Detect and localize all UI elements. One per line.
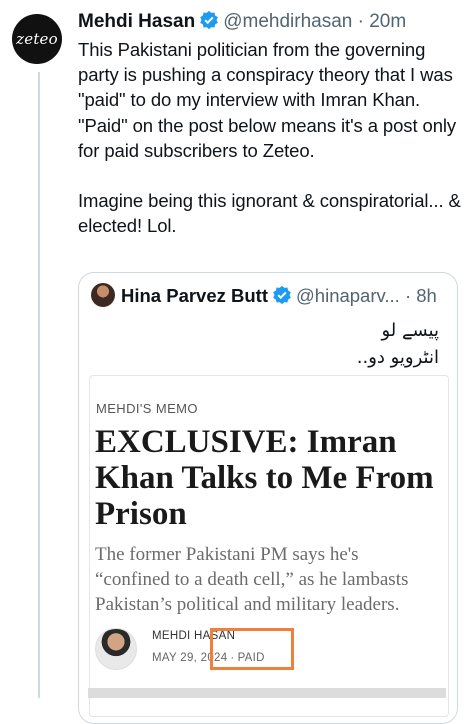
urdu-line: پیسے لو — [381, 320, 439, 341]
avatar-logo-text: zeteo — [16, 30, 58, 48]
verified-badge-icon — [273, 285, 291, 305]
tweet-header: Mehdi Hasan @mehdirhasan · 20m — [78, 10, 406, 34]
author-avatar[interactable]: zeteo — [12, 14, 62, 64]
author-name[interactable]: Mehdi Hasan — [78, 11, 195, 32]
quoted-author-name[interactable]: Hina Parvez Butt — [121, 285, 268, 306]
tweet-paragraph: "Paid" on the post below means it's a po… — [78, 114, 457, 161]
tweet-paragraph: Imagine being this ignorant & conspirato… — [78, 190, 461, 237]
article-title: EXCLUSIVE: Imran Khan Talks to Me From P… — [95, 424, 434, 532]
tweet-paragraph — [78, 163, 464, 188]
tweet-time[interactable]: 20m — [369, 11, 406, 32]
article-section: MEHDI'S MEMO — [96, 401, 198, 416]
time-separator: · — [404, 285, 412, 306]
quoted-author-avatar[interactable] — [91, 283, 115, 307]
quoted-tweet-time[interactable]: 8h — [416, 285, 437, 306]
author-handle[interactable]: @mehdirhasan — [223, 11, 352, 32]
tweet-body: This Pakistani politician from the gover… — [78, 37, 464, 238]
urdu-line: انٹرویو دو.. — [356, 347, 439, 368]
quoted-tweet-header: Hina Parvez Butt @hinaparv... · 8h — [91, 283, 437, 308]
tweet-paragraph: This Pakistani politician from the gover… — [78, 39, 453, 111]
article-author-avatar — [95, 628, 137, 670]
time-separator: · — [357, 11, 364, 32]
quoted-author-handle[interactable]: @hinaparv... — [296, 285, 400, 306]
next-card-edge — [88, 688, 446, 698]
verified-badge-icon — [200, 10, 219, 30]
thread-line — [38, 72, 40, 698]
quoted-tweet-text: پیسے لو انٹرویو دو.. — [357, 317, 439, 371]
paid-highlight-box — [210, 628, 294, 670]
article-subtitle: The former Pakistani PM says he's “confi… — [95, 544, 409, 615]
